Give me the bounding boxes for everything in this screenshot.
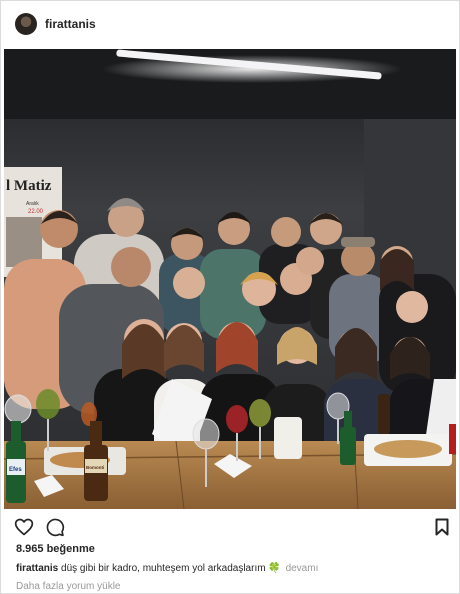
bottle-label-2: Bomonti (86, 465, 104, 470)
avatar[interactable] (15, 13, 37, 35)
caption-more-link[interactable]: devamı (286, 563, 319, 574)
clover-emoji-icon: 🍀 (268, 563, 281, 574)
poster-date: Aralık (26, 201, 39, 207)
instagram-post-card: firattanis l Matiz Aralık 22.00 Efes Bom… (0, 0, 460, 594)
bottle-label-1: Efes (9, 467, 22, 473)
post-caption: firattanis düş gibi bir kadro, muhteşem … (16, 563, 318, 574)
bookmark-icon[interactable] (435, 518, 449, 536)
likes-count[interactable]: 8.965 beğenme (16, 543, 95, 555)
heart-icon[interactable] (14, 517, 34, 537)
post-photo[interactable]: l Matiz Aralık 22.00 Efes Bomonti (4, 49, 456, 509)
comment-icon[interactable] (45, 517, 65, 537)
post-header: firattanis (1, 1, 459, 49)
caption-text: düş gibi bir kadro, muhteşem yol arkadaş… (61, 563, 266, 574)
post-actions (1, 513, 459, 541)
poster-title: l Matiz (6, 178, 52, 194)
caption-username[interactable]: firattanis (16, 563, 58, 574)
poster-time: 22.00 (28, 209, 44, 215)
group-photo-illustration: l Matiz Aralık 22.00 Efes Bomonti (4, 49, 456, 509)
load-more-comments-link[interactable]: Daha fazla yorum yükle (16, 581, 121, 592)
post-username[interactable]: firattanis (45, 17, 96, 31)
